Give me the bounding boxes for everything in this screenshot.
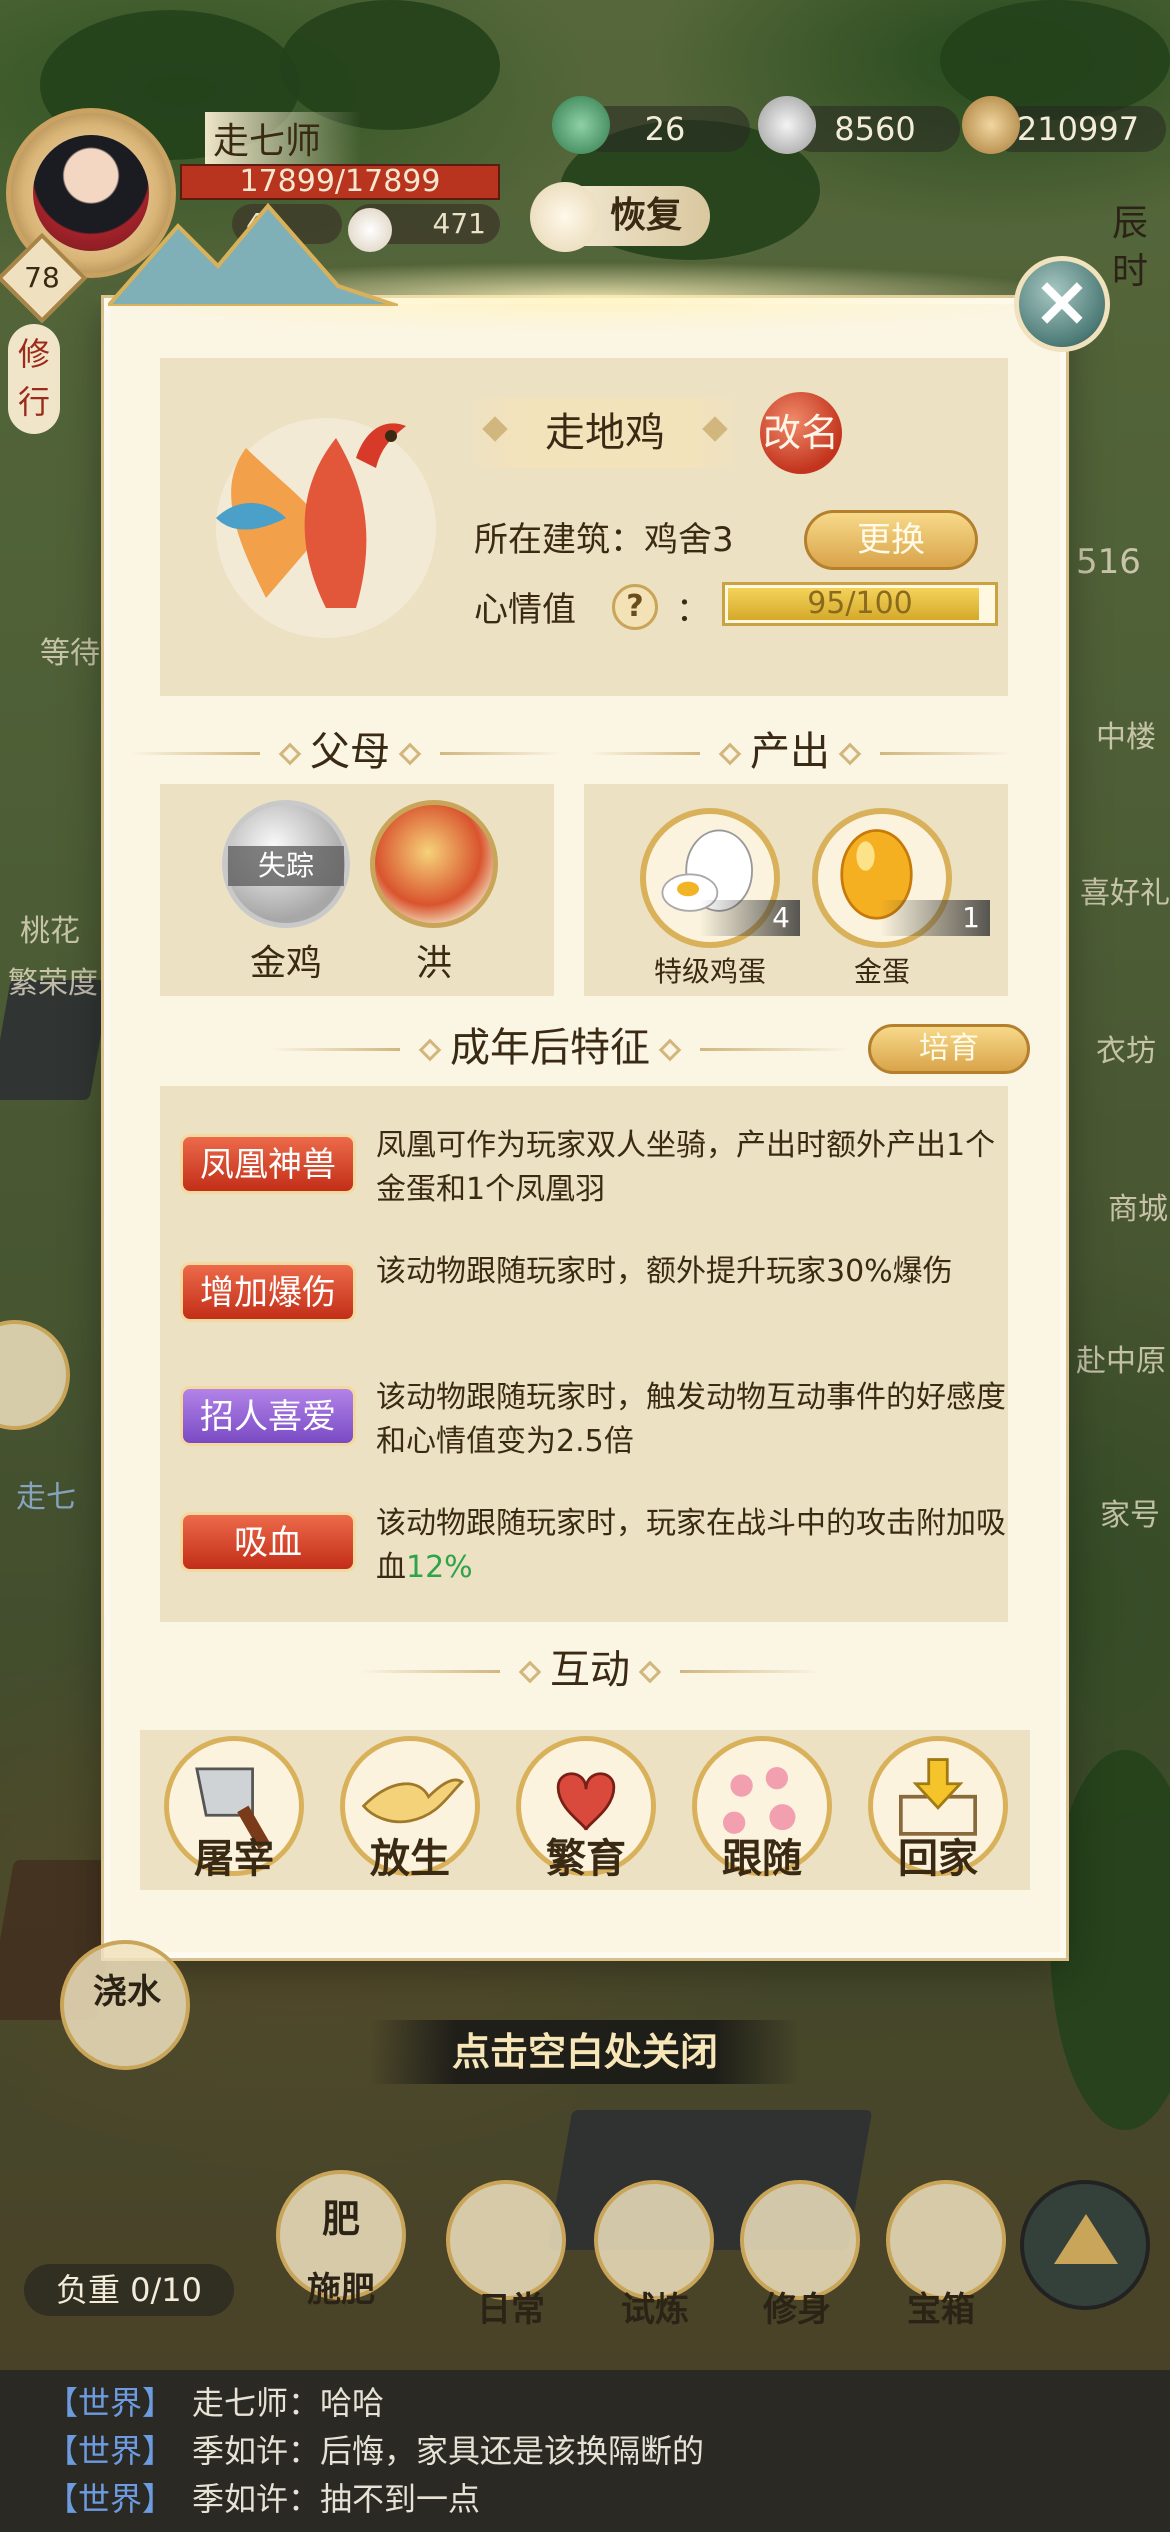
water-label: 浇水	[93, 1972, 161, 2012]
side-label-house: 家号	[1100, 1498, 1160, 1533]
side-label-name: 走七	[16, 1480, 76, 1515]
traits-title-text: 成年后特征	[450, 1025, 650, 1071]
jade-coin-icon	[552, 96, 610, 154]
tap-to-close-hint: 点击空白处关闭	[370, 2020, 800, 2084]
chat-message: 季如许：后悔，家具还是该换隔断的	[192, 2432, 705, 2470]
side-label-journey: 赴中原	[1076, 1344, 1166, 1379]
produce-name: 特级鸡蛋	[653, 955, 766, 988]
traits-title: 成年后特征	[390, 1018, 710, 1078]
trait-highlight-value: 12%	[406, 1550, 473, 1585]
divider-line	[130, 752, 260, 755]
treasure-chest-label: 宝箱	[907, 2290, 975, 2330]
copper-coin-icon	[962, 96, 1020, 154]
divider-line	[700, 1048, 850, 1051]
expand-arrow-button[interactable]	[1020, 2180, 1150, 2310]
chat-message: 走七师：哈哈	[192, 2384, 385, 2422]
slaughter-label: 屠宰	[194, 1835, 274, 1882]
parent-item[interactable]	[370, 800, 498, 928]
side-label-tower: 中楼	[1096, 720, 1156, 755]
cultivate-traits-button[interactable]: 培育	[868, 1024, 1030, 1074]
side-label-count: 516	[1076, 542, 1141, 582]
go-home-label: 回家	[898, 1835, 978, 1882]
chat-line: 【世界】 季如许：后悔，家具还是该换隔断的	[46, 2428, 704, 2474]
produce-count: 1	[880, 900, 990, 936]
time-of-day-label: 辰时	[1112, 203, 1149, 292]
chat-line: 【世界】 季如许：抽不到一点	[46, 2476, 480, 2522]
resource-jade-value: 26	[644, 110, 686, 148]
load-capacity: 负重 0/10	[24, 2264, 234, 2316]
divider-line	[270, 1048, 400, 1051]
animal-name-plate: 走地鸡	[470, 398, 740, 468]
mood-colon: ：	[676, 590, 710, 630]
fertilize-icon: 肥	[321, 2197, 360, 2241]
trait-tag: 招人喜爱	[180, 1386, 356, 1446]
produce-title-text: 产出	[750, 729, 830, 775]
release-label: 放生	[370, 1835, 450, 1882]
breed-label: 繁育	[546, 1835, 626, 1882]
divider-line	[590, 752, 700, 755]
cultivate-button[interactable]: 修行	[8, 324, 60, 434]
parents-title: 父母	[250, 722, 450, 782]
follow-label: 跟随	[722, 1835, 802, 1882]
world-chat[interactable]: 【世界】 走七师：哈哈 【世界】 季如许：后悔，家具还是该换隔断的 【世界】 季如许：…	[0, 2370, 1170, 2532]
mountain-ornament	[108, 202, 398, 306]
produce-title: 产出	[690, 722, 890, 782]
interact-title-text: 互动	[550, 1647, 630, 1693]
trial-label: 试炼	[621, 2290, 689, 2330]
trait-tag: 增加爆伤	[180, 1262, 356, 1322]
parent-name: 洪	[415, 943, 452, 984]
side-label-workshop: 衣坊	[1096, 1034, 1156, 1069]
divider-line	[680, 1670, 820, 1673]
hp-value: 17899/17899	[239, 164, 441, 199]
divider-line	[880, 752, 1010, 755]
chat-line: 【世界】 走七师：哈哈	[46, 2380, 384, 2426]
divider-line	[440, 752, 560, 755]
chat-channel: 【世界】	[46, 2480, 175, 2518]
parent-name: 金鸡	[249, 943, 322, 984]
parents-title-text: 父母	[310, 729, 390, 775]
bun-stack-icon	[530, 182, 600, 252]
divider-line	[360, 1670, 500, 1673]
close-button[interactable]: ×	[1014, 256, 1110, 352]
close-icon: ×	[1032, 260, 1092, 342]
produce-name: 金蛋	[853, 955, 910, 988]
trait-text: 凤凰可作为玩家双人坐骑，产出时额外产出1个金蛋和1个凤凰羽	[376, 1128, 996, 1207]
trait-text: 该动物跟随玩家时，额外提升玩家30%爆伤	[376, 1254, 953, 1289]
interact-title: 互动	[490, 1640, 690, 1700]
cultivation-label: 修身	[763, 2290, 831, 2330]
trait-text: 该动物跟随玩家时，触发动物互动事件的好感度和心情值变为2.5倍	[376, 1380, 1006, 1459]
phoenix-portrait	[216, 418, 436, 638]
trait-description: 该动物跟随玩家时，触发动物互动事件的好感度和心情值变为2.5倍	[376, 1376, 1006, 1464]
side-label-mall: 商城	[1108, 1192, 1168, 1227]
swap-building-button[interactable]: 更换	[804, 510, 978, 570]
produce-count: 4	[700, 900, 800, 936]
chat-channel: 【世界】	[46, 2432, 175, 2470]
trait-tag: 凤凰神兽	[180, 1134, 356, 1194]
side-label-prosperity: 繁荣度	[8, 966, 98, 1001]
stat-b-value: 471	[432, 207, 486, 240]
missing-status-badge: 失踪	[228, 846, 344, 886]
help-icon[interactable]: ?	[612, 584, 658, 630]
trait-description: 该动物跟随玩家时，额外提升玩家30%爆伤	[376, 1250, 1006, 1294]
side-label-gift: 喜好礼	[1080, 876, 1170, 911]
side-label-waiting: 等待	[40, 636, 100, 671]
daily-label: 日常	[477, 2290, 545, 2330]
silver-ingot-icon	[758, 96, 816, 154]
level-value: 78	[24, 261, 60, 294]
player-name: 走七师	[205, 112, 362, 164]
trait-description: 该动物跟随玩家时，玩家在战斗中的攻击附加吸血12%	[376, 1502, 1006, 1590]
resource-silver-value: 8560	[834, 110, 916, 148]
rename-button[interactable]: 改名	[760, 392, 842, 474]
trait-tag: 吸血	[180, 1512, 356, 1572]
fertilize-label: 施肥	[307, 2270, 375, 2310]
resource-copper-value: 210997	[1016, 110, 1140, 148]
mood-value: 95/100	[807, 586, 913, 621]
chat-message: 季如许：抽不到一点	[192, 2480, 481, 2518]
building-label: 所在建筑：鸡舍3	[474, 520, 734, 560]
side-label-peach: 桃花	[20, 914, 80, 949]
mood-label: 心情值	[474, 590, 576, 630]
chat-channel: 【世界】	[46, 2384, 175, 2422]
trait-description: 凤凰可作为玩家双人坐骑，产出时额外产出1个金蛋和1个凤凰羽	[376, 1124, 1006, 1212]
